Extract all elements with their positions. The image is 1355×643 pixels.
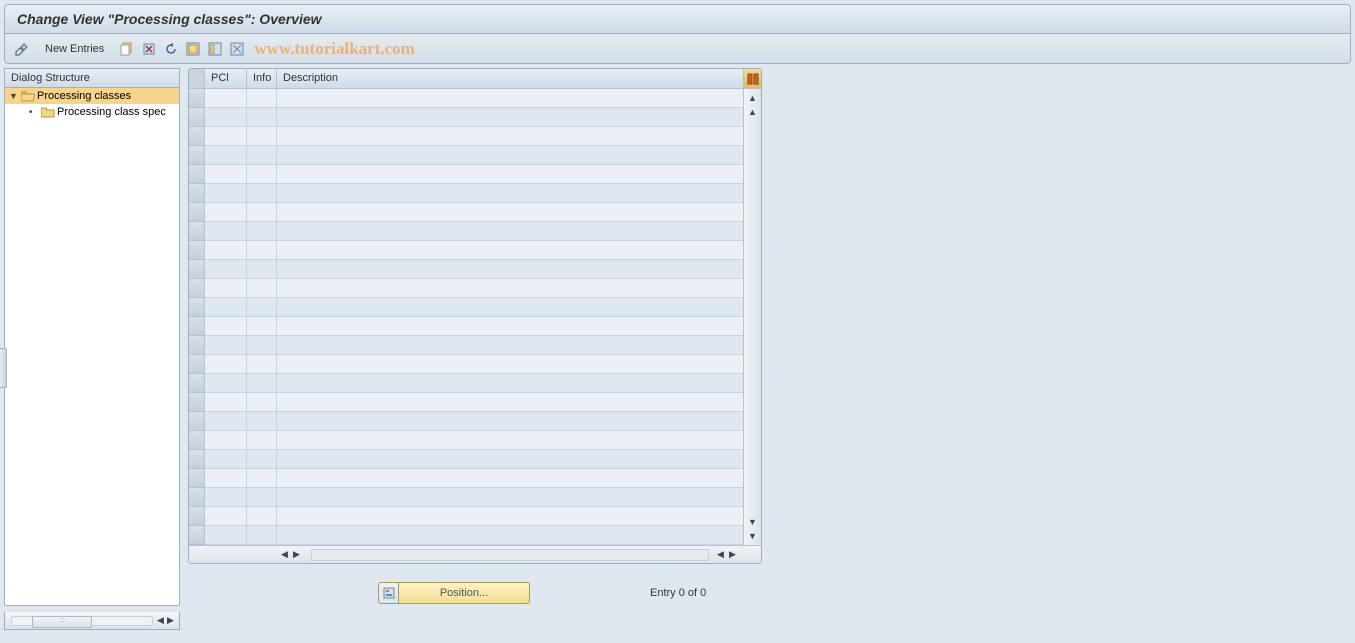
watermark-text: www.tutorialkart.com — [254, 39, 415, 59]
scrollbar-track[interactable]: ::: — [11, 616, 153, 626]
tree-bullet-icon: • — [29, 107, 39, 118]
folder-open-icon — [21, 90, 35, 102]
scroll-left-icon[interactable]: ◀ — [281, 549, 291, 560]
table-row[interactable] — [189, 222, 743, 241]
table-settings-icon[interactable] — [743, 69, 761, 88]
scroll-up-icon[interactable]: ▲ — [746, 105, 760, 119]
table-row[interactable] — [189, 393, 743, 412]
table-row[interactable] — [189, 108, 743, 127]
undo-icon[interactable] — [162, 40, 180, 58]
toggle-display-change-icon[interactable] — [13, 40, 31, 58]
new-entries-button[interactable]: New Entries — [39, 41, 110, 57]
table-row[interactable] — [189, 450, 743, 469]
scroll-right-icon[interactable]: ▶ — [293, 549, 303, 560]
entry-counter: Entry 0 of 0 — [650, 587, 706, 599]
tree-item-processing-class-spec[interactable]: • Processing class spec — [5, 104, 179, 120]
scrollbar-thumb[interactable]: ::: — [32, 616, 92, 628]
table-footer: Position... Entry 0 of 0 — [188, 582, 1351, 604]
column-header-description[interactable]: Description — [277, 69, 743, 88]
table-row[interactable] — [189, 279, 743, 298]
deselect-all-icon[interactable] — [228, 40, 246, 58]
scroll-up-icon[interactable]: ▲ — [746, 91, 760, 105]
main-panel: PCl Info Description — [188, 68, 1351, 630]
select-all-icon[interactable] — [184, 40, 202, 58]
vertical-scrollbar[interactable]: ▲ ▲ ▼ ▼ — [743, 89, 761, 545]
table-row[interactable] — [189, 298, 743, 317]
table-row[interactable] — [189, 488, 743, 507]
table-row[interactable] — [189, 127, 743, 146]
table-header: PCl Info Description — [189, 69, 761, 89]
table-row[interactable] — [189, 89, 743, 108]
scroll-down-icon[interactable]: ▼ — [746, 515, 760, 529]
dialog-structure-header: Dialog Structure — [4, 68, 180, 88]
scroll-left-icon[interactable]: ◀ — [717, 549, 727, 560]
data-table: PCl Info Description — [188, 68, 762, 564]
tree-item-processing-classes[interactable]: ▼ Processing classes — [5, 88, 179, 104]
scrollbar-track[interactable] — [311, 549, 709, 561]
table-row[interactable] — [189, 412, 743, 431]
copy-icon[interactable] — [118, 40, 136, 58]
position-button[interactable]: Position... — [378, 582, 530, 604]
select-block-icon[interactable] — [206, 40, 224, 58]
delete-icon[interactable] — [140, 40, 158, 58]
horizontal-scrollbar[interactable]: ◀ ▶ ◀ ▶ — [189, 545, 761, 563]
table-row[interactable] — [189, 165, 743, 184]
table-row[interactable] — [189, 260, 743, 279]
column-header-pcl[interactable]: PCl — [205, 69, 247, 88]
scroll-left-icon[interactable]: ◀ — [157, 615, 167, 626]
select-all-column[interactable] — [189, 69, 205, 88]
dialog-structure-tree: ▼ Processing classes • Processing class … — [4, 88, 180, 606]
panel-splitter[interactable] — [0, 348, 7, 388]
table-row[interactable] — [189, 184, 743, 203]
table-body: ▲ ▲ ▼ ▼ — [189, 89, 761, 545]
scroll-right-icon[interactable]: ▶ — [729, 549, 739, 560]
table-row[interactable] — [189, 431, 743, 450]
column-header-info[interactable]: Info — [247, 69, 277, 88]
position-label: Position... — [399, 587, 529, 599]
table-row[interactable] — [189, 526, 743, 545]
tree-item-label: Processing class spec — [57, 106, 166, 118]
table-row[interactable] — [189, 317, 743, 336]
toolbar: New Entries www.tutorialkart.com — [4, 34, 1351, 64]
scroll-down-icon[interactable]: ▼ — [746, 529, 760, 543]
dialog-structure-panel: Dialog Structure ▼ Processing classes • … — [4, 68, 180, 630]
folder-closed-icon — [41, 106, 55, 118]
table-row[interactable] — [189, 146, 743, 165]
table-row[interactable] — [189, 469, 743, 488]
scroll-right-icon[interactable]: ▶ — [167, 615, 177, 626]
position-icon — [379, 583, 399, 603]
table-row[interactable] — [189, 336, 743, 355]
table-row[interactable] — [189, 203, 743, 222]
table-row[interactable] — [189, 355, 743, 374]
content-area: Dialog Structure ▼ Processing classes • … — [4, 68, 1351, 630]
tree-item-label: Processing classes — [37, 90, 131, 102]
table-row[interactable] — [189, 374, 743, 393]
tree-horizontal-scrollbar[interactable]: ::: ◀ ▶ — [4, 612, 180, 630]
page-title: Change View "Processing classes": Overvi… — [4, 4, 1351, 34]
tree-expand-icon[interactable]: ▼ — [9, 91, 19, 101]
table-row[interactable] — [189, 507, 743, 526]
table-row[interactable] — [189, 241, 743, 260]
